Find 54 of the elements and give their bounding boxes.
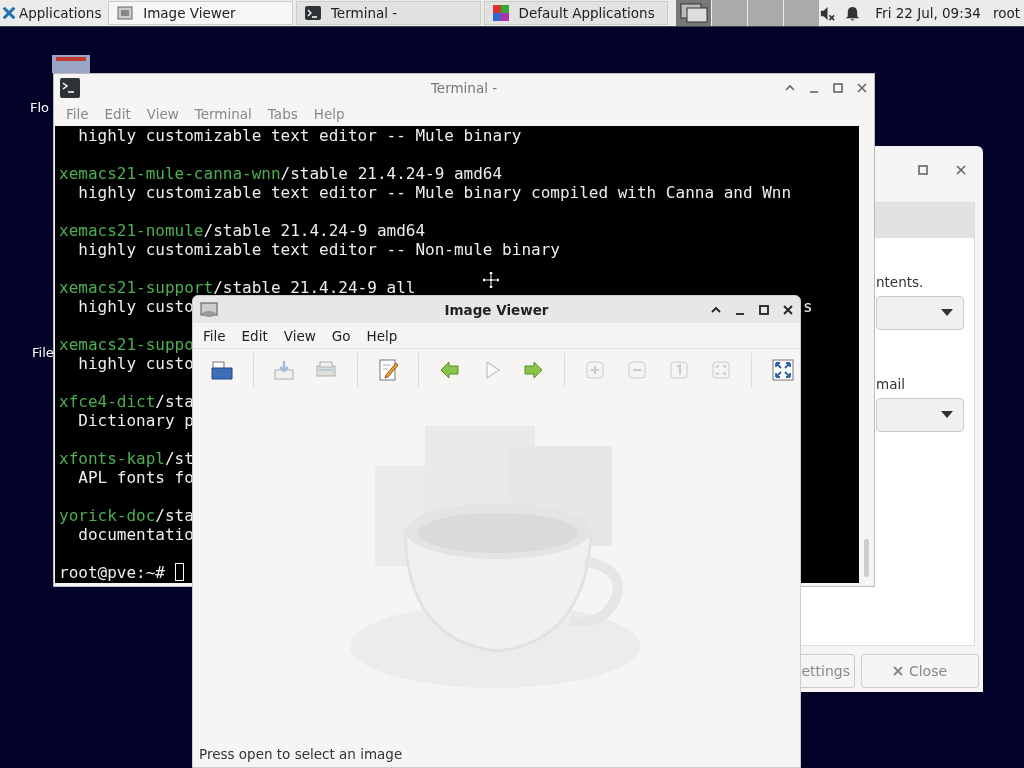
label-text: mail xyxy=(876,376,905,392)
clock[interactable]: Fri 22 Jul, 09:34 xyxy=(875,5,981,21)
window-title: Terminal - xyxy=(430,79,498,96)
volume-icon[interactable] xyxy=(819,4,837,22)
output-line: highly custo xyxy=(77,297,194,316)
image-viewer-icon xyxy=(199,299,219,320)
expand-icon xyxy=(770,358,795,382)
output-line: documentatio xyxy=(77,525,194,544)
package-line: xemacs21-support/stable 21.4.24-9 all xyxy=(59,278,416,297)
package-line: xemacs21-mule-canna-wnn/stable 21.4.24-9 amd64 xyxy=(59,164,503,183)
image-viewer-icon xyxy=(117,5,134,21)
folder-icon xyxy=(210,358,235,382)
download-icon xyxy=(272,358,297,382)
scrollbar-thumb[interactable] xyxy=(864,539,869,577)
output-line: APL fonts fo xyxy=(77,468,194,487)
desktop-icon-label[interactable]: Flo xyxy=(30,100,50,115)
menu-item[interactable]: File xyxy=(195,327,234,344)
close-button[interactable] xyxy=(782,303,794,316)
maximize-button[interactable] xyxy=(758,303,770,316)
output-line: highly custo xyxy=(77,354,194,373)
floppy-icon[interactable] xyxy=(52,55,90,73)
menu-item[interactable]: Go xyxy=(323,327,359,344)
menu-item[interactable]: View xyxy=(275,327,324,344)
workspace-button[interactable] xyxy=(675,0,712,26)
text-cursor xyxy=(174,563,184,581)
status-text: Press open to select an image xyxy=(198,745,404,764)
window-title: Image Viewer xyxy=(444,301,549,318)
description-text: ntents. xyxy=(876,274,924,290)
caret-icon xyxy=(941,309,953,317)
output-line: s xyxy=(803,297,813,316)
taskbar-button[interactable]: Image Viewer xyxy=(108,1,293,25)
close-icon xyxy=(892,666,903,676)
x-logo-icon xyxy=(2,6,16,20)
package-line: xfce4-dict/sta xyxy=(59,392,194,411)
taskbar-button[interactable]: Terminal - xyxy=(295,1,481,25)
package-line: yorick-doc/sta xyxy=(59,506,194,525)
output-line: highly customizable text editor -- Mule binary compiled with Canna and Wnn xyxy=(77,183,792,202)
package-line: xemacs21-suppo xyxy=(59,335,194,354)
menu-item[interactable]: Edit xyxy=(233,327,276,344)
move-cursor-icon xyxy=(481,270,501,290)
menu-item[interactable]: Help xyxy=(358,327,406,344)
desktop-icon-label[interactable]: File xyxy=(32,345,54,360)
caret-icon xyxy=(941,411,953,419)
output-line: highly customizable text editor -- Mule binary xyxy=(77,126,522,145)
terminal-icon xyxy=(304,5,321,21)
terminal-icon xyxy=(60,77,80,98)
shell-prompt: root@pve:~# xyxy=(59,563,166,582)
grid-icon xyxy=(492,5,509,21)
taskbar-button[interactable]: Default Applications xyxy=(483,1,669,25)
output-line: highly customizable text editor -- Non-mule binary xyxy=(77,240,560,259)
user-name[interactable]: root xyxy=(992,5,1020,21)
package-line: xfonts-kapl/st xyxy=(59,449,194,468)
applications-menu[interactable]: Applications xyxy=(0,0,106,26)
package-line: xemacs21-nomule/stable 21.4.24-9 amd64 xyxy=(59,221,426,240)
